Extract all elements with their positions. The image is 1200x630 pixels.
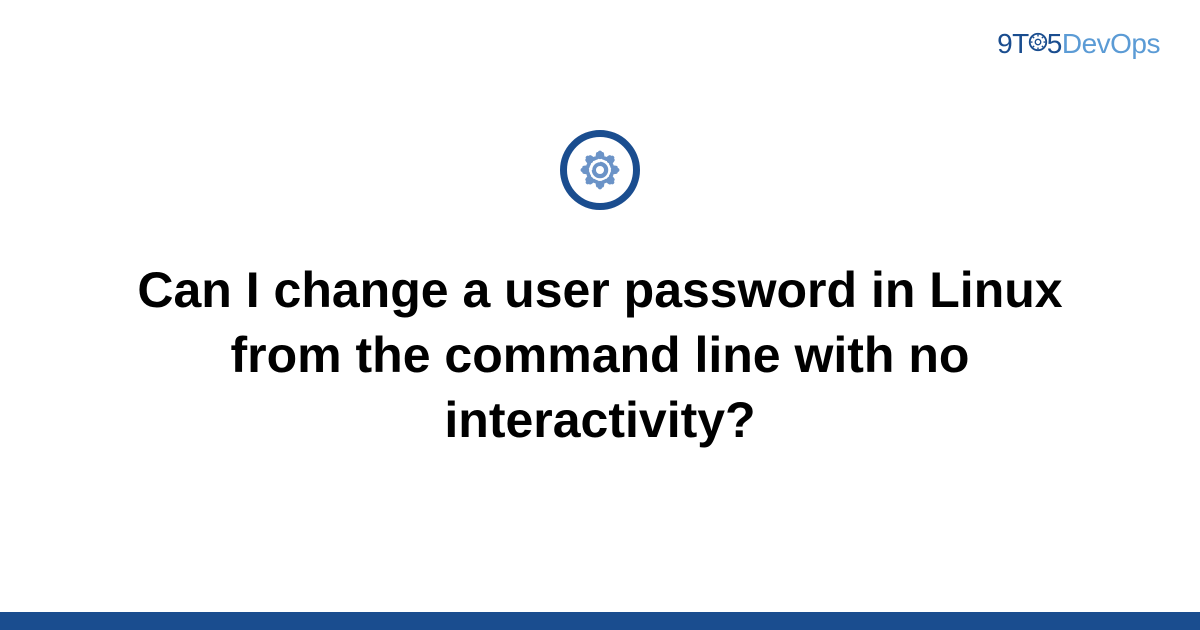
- header-icon-circle: [560, 130, 640, 210]
- gear-icon: [578, 148, 622, 192]
- page-title: Can I change a user password in Linux fr…: [100, 258, 1100, 453]
- site-logo: 9T 5DevOps: [997, 28, 1160, 62]
- main-content: Can I change a user password in Linux fr…: [0, 130, 1200, 453]
- logo-gear-icon: [1027, 28, 1049, 60]
- bottom-accent-bar: [0, 612, 1200, 630]
- logo-text-3: DevOps: [1062, 28, 1160, 59]
- logo-text-1: 9T: [997, 28, 1029, 59]
- logo-text-2: 5: [1047, 28, 1062, 59]
